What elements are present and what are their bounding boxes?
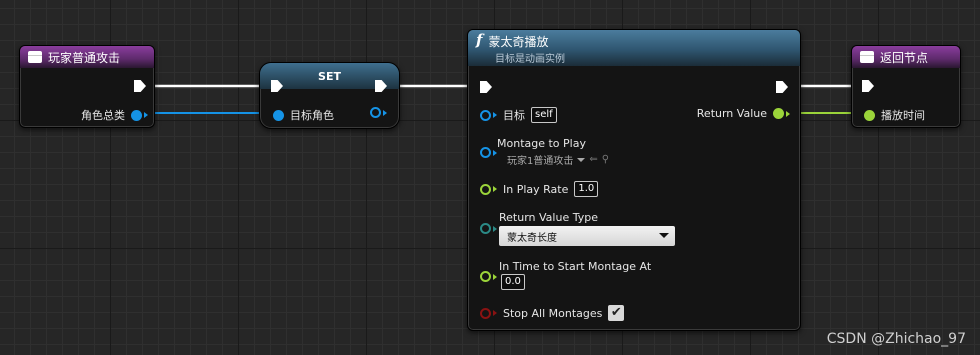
- pin-arrow-icon: [493, 273, 497, 280]
- start-time-value[interactable]: 0.0: [501, 274, 525, 290]
- blueprint-graph[interactable]: 玩家普通攻击 角色总类 SET 目标角色 f 蒙太奇播放 目标是动画实例 目标 …: [0, 0, 980, 355]
- exec-arrow-icon: [375, 80, 387, 92]
- object-ring-icon: [480, 147, 491, 158]
- stop-all-label: Stop All Montages: [503, 306, 603, 320]
- pin-arrow-icon: [786, 110, 790, 117]
- montage-pin-icon-wrap[interactable]: [480, 147, 497, 158]
- output-pin-object[interactable]: [370, 107, 387, 118]
- object-pin-icon: [273, 109, 284, 121]
- exec-input-pin[interactable]: [271, 80, 283, 92]
- function-icon: f: [476, 31, 483, 49]
- start-time-value-wrap[interactable]: 0.0: [501, 274, 525, 290]
- event-node-player-attack[interactable]: 玩家普通攻击 角色总类: [19, 45, 155, 128]
- exec-arrow-icon: [480, 81, 492, 93]
- return-node-title: 返回节点: [880, 50, 929, 65]
- pin-arrow-icon: [493, 225, 497, 232]
- input-pin-label: 目标角色: [290, 109, 334, 122]
- input-pin-stop-all[interactable]: Stop All Montages ✔: [480, 305, 625, 321]
- exec-output-pin[interactable]: [375, 80, 387, 92]
- object-ring-icon: [370, 107, 381, 118]
- output-pin-label: 角色总类: [81, 109, 125, 122]
- set-node[interactable]: SET 目标角色: [259, 62, 400, 129]
- montage-node-header[interactable]: f 蒙太奇播放 目标是动画实例: [468, 30, 800, 66]
- use-selected-icon[interactable]: ⇐: [589, 154, 597, 165]
- return-type-label: Return Value Type: [499, 211, 598, 224]
- browse-search-icon[interactable]: ⚲: [602, 154, 609, 165]
- return-value-label: Return Value: [696, 107, 767, 120]
- pin-arrow-icon: [144, 112, 148, 118]
- exec-arrow-icon: [776, 81, 788, 93]
- object-ring-icon: [480, 109, 491, 121]
- input-pin-return-value-type-label: Return Value Type: [499, 211, 598, 224]
- chevron-down-icon[interactable]: [577, 157, 586, 162]
- pin-arrow-icon: [493, 112, 497, 118]
- pin-arrow-icon: [383, 109, 387, 116]
- input-pin-target[interactable]: 目标 self: [480, 107, 557, 123]
- input-pin-start-time-label: In Time to Start Montage At: [499, 260, 651, 273]
- input-pin-start-time[interactable]: [480, 271, 497, 282]
- montage-asset-picker[interactable]: 玩家1普通攻击 ⇐ ⚲: [507, 152, 609, 167]
- input-pin-play-time[interactable]: 播放时间: [864, 107, 925, 123]
- pin-arrow-icon: [493, 149, 497, 156]
- montage-node-subtitle: 目标是动画实例: [495, 54, 565, 65]
- exec-input-pin[interactable]: [480, 81, 492, 93]
- return-type-dropdown[interactable]: 蒙太奇长度: [499, 226, 675, 246]
- watermark: CSDN @Zhichao_97: [826, 331, 966, 347]
- target-label: 目标: [503, 109, 525, 122]
- bool-ring-icon: [480, 307, 491, 319]
- output-pin-return-value[interactable]: Return Value: [697, 107, 790, 120]
- set-node-title: SET: [318, 69, 341, 83]
- float-pin-icon: [773, 108, 784, 119]
- input-pin-play-rate[interactable]: In Play Rate 1.0: [480, 181, 599, 197]
- return-node-header[interactable]: 返回节点: [852, 46, 960, 68]
- return-node[interactable]: 返回节点 播放时间: [851, 45, 961, 128]
- exec-output-pin[interactable]: [134, 80, 146, 92]
- event-node-title: 玩家普通攻击: [48, 50, 121, 65]
- pin-arrow-icon: [493, 186, 497, 192]
- start-time-label: In Time to Start Montage At: [499, 260, 652, 273]
- play-rate-label: In Play Rate: [503, 182, 569, 196]
- event-icon: [28, 51, 42, 63]
- input-pin-target-character[interactable]: 目标角色: [273, 107, 334, 123]
- play-rate-value[interactable]: 1.0: [574, 181, 599, 197]
- input-pin-label: 播放时间: [881, 109, 925, 122]
- event-node-header[interactable]: 玩家普通攻击: [20, 46, 154, 68]
- float-pin-icon: [864, 109, 875, 121]
- montage-to-play-label: Montage to Play: [497, 137, 586, 150]
- montage-play-node[interactable]: f 蒙太奇播放 目标是动画实例 目标 self Return Value Mon…: [467, 29, 801, 331]
- output-pin-character-class[interactable]: 角色总类: [81, 107, 148, 123]
- montage-asset-name: 玩家1普通攻击: [507, 156, 574, 167]
- exec-arrow-icon: [862, 80, 874, 92]
- object-pin-icon: [131, 109, 142, 121]
- float-ring-icon: [480, 271, 491, 282]
- float-ring-icon: [480, 183, 491, 195]
- pin-arrow-icon: [493, 310, 497, 316]
- chevron-down-icon: [659, 233, 669, 238]
- stop-all-checkbox[interactable]: ✔: [608, 305, 625, 321]
- target-value[interactable]: self: [531, 107, 557, 123]
- enum-ring-icon: [480, 223, 491, 234]
- input-pin-return-value-type[interactable]: [480, 223, 497, 234]
- montage-node-title: 蒙太奇播放: [488, 35, 549, 49]
- exec-arrow-icon: [134, 80, 146, 92]
- exec-output-pin[interactable]: [776, 81, 788, 93]
- exec-input-pin[interactable]: [862, 80, 874, 92]
- exec-arrow-icon: [271, 80, 283, 92]
- event-icon: [860, 51, 874, 63]
- return-type-value: 蒙太奇长度: [507, 232, 557, 244]
